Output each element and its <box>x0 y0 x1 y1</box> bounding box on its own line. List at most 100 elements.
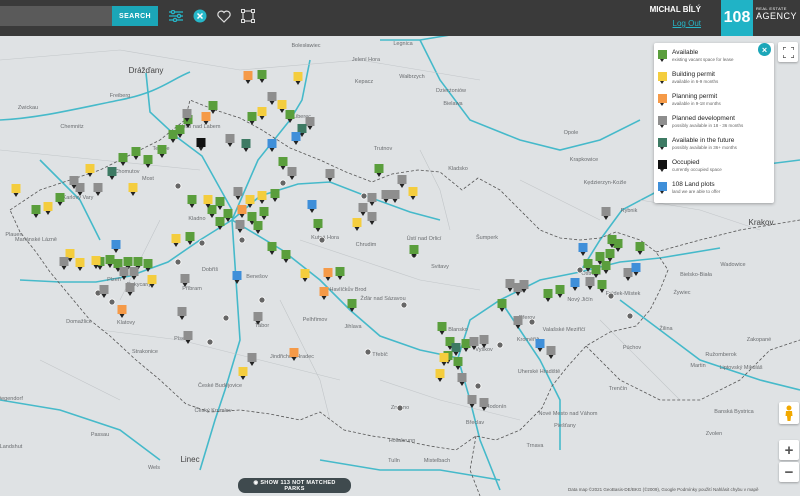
property-marker[interactable] <box>335 267 345 280</box>
marker-pointer[interactable] <box>587 286 593 290</box>
clear-filter-icon[interactable] <box>190 6 210 26</box>
marker-square[interactable] <box>325 169 335 178</box>
marker-pointer[interactable] <box>245 80 251 84</box>
marker-square[interactable] <box>143 155 153 164</box>
property-marker[interactable] <box>157 145 167 158</box>
marker-square[interactable] <box>59 257 69 266</box>
property-marker[interactable] <box>241 139 251 152</box>
street-view-pegman-icon[interactable] <box>779 402 799 424</box>
marker-pointer[interactable] <box>259 79 265 83</box>
cluster-marker[interactable] <box>238 236 246 244</box>
property-marker[interactable] <box>358 203 368 216</box>
marker-square[interactable] <box>513 316 523 325</box>
marker-square[interactable] <box>183 331 193 340</box>
property-marker[interactable] <box>352 218 362 231</box>
marker-square[interactable] <box>215 217 225 226</box>
marker-square[interactable] <box>623 268 633 277</box>
property-marker[interactable] <box>111 240 121 253</box>
marker-square[interactable] <box>281 250 291 259</box>
property-marker[interactable] <box>381 190 391 203</box>
legend-close-button[interactable]: × <box>758 43 771 56</box>
marker-pointer[interactable] <box>572 287 578 291</box>
marker-pointer[interactable] <box>133 156 139 160</box>
property-marker[interactable] <box>305 117 315 130</box>
marker-pointer[interactable] <box>280 166 286 170</box>
marker-pointer[interactable] <box>189 204 195 208</box>
marker-pointer[interactable] <box>499 308 505 312</box>
marker-square[interactable] <box>543 289 553 298</box>
property-marker[interactable] <box>11 184 21 197</box>
cluster-marker[interactable] <box>206 338 214 346</box>
marker-square[interactable] <box>245 195 255 204</box>
marker-pointer[interactable] <box>198 147 204 151</box>
marker-pointer[interactable] <box>170 139 176 143</box>
marker-pointer[interactable] <box>293 141 299 145</box>
marker-square[interactable] <box>133 257 143 266</box>
marker-square[interactable] <box>168 130 178 139</box>
property-marker[interactable] <box>196 138 206 151</box>
marker-pointer[interactable] <box>187 241 193 245</box>
marker-square[interactable] <box>253 312 263 321</box>
property-marker[interactable] <box>325 169 335 182</box>
marker-square[interactable] <box>358 203 368 212</box>
cluster-marker[interactable] <box>222 314 230 322</box>
property-marker[interactable] <box>171 234 181 247</box>
property-marker[interactable] <box>183 331 193 344</box>
marker-square[interactable] <box>237 205 247 214</box>
marker-pointer[interactable] <box>537 348 543 352</box>
cluster-marker[interactable] <box>279 179 287 187</box>
marker-square[interactable] <box>99 285 109 294</box>
marker-pointer[interactable] <box>33 214 39 218</box>
marker-pointer[interactable] <box>237 229 243 233</box>
marker-square[interactable] <box>69 176 79 185</box>
marker-pointer[interactable] <box>580 252 586 256</box>
marker-square[interactable] <box>570 278 580 287</box>
property-marker[interactable] <box>253 221 263 234</box>
marker-square[interactable] <box>201 112 211 121</box>
cluster-marker[interactable] <box>364 348 372 356</box>
marker-pointer[interactable] <box>45 211 51 215</box>
cluster-marker[interactable] <box>174 258 182 266</box>
marker-pointer[interactable] <box>399 184 405 188</box>
marker-square[interactable] <box>223 209 233 218</box>
marker-pointer[interactable] <box>599 289 605 293</box>
marker-square[interactable] <box>257 107 267 116</box>
property-marker[interactable] <box>570 278 580 291</box>
marker-pointer[interactable] <box>57 202 63 206</box>
marker-square[interactable] <box>113 259 123 268</box>
marker-pointer[interactable] <box>307 126 313 130</box>
property-marker[interactable] <box>143 155 153 168</box>
marker-square[interactable] <box>119 267 129 276</box>
marker-square[interactable] <box>323 268 333 277</box>
marker-square[interactable] <box>546 346 556 355</box>
marker-square[interactable] <box>585 277 595 286</box>
marker-pointer[interactable] <box>87 173 93 177</box>
property-marker[interactable] <box>168 130 178 143</box>
marker-pointer[interactable] <box>376 173 382 177</box>
marker-square[interactable] <box>535 339 545 348</box>
cluster-marker[interactable] <box>174 182 182 190</box>
cluster-marker[interactable] <box>318 236 326 244</box>
cluster-marker[interactable] <box>474 382 482 390</box>
marker-pointer[interactable] <box>259 116 265 120</box>
property-marker[interactable] <box>43 202 53 215</box>
property-marker[interactable] <box>578 243 588 256</box>
marker-square[interactable] <box>453 357 463 366</box>
property-marker[interactable] <box>319 287 329 300</box>
marker-square[interactable] <box>43 202 53 211</box>
marker-pointer[interactable] <box>441 362 447 366</box>
logout-link[interactable]: Log Out <box>650 19 701 28</box>
property-marker[interactable] <box>313 219 323 232</box>
marker-pointer[interactable] <box>439 331 445 335</box>
property-marker[interactable] <box>635 242 645 255</box>
marker-square[interactable] <box>300 269 310 278</box>
marker-pointer[interactable] <box>615 248 621 252</box>
marker-pointer[interactable] <box>93 265 99 269</box>
marker-pointer[interactable] <box>13 193 19 197</box>
marker-square[interactable] <box>367 193 377 202</box>
marker-pointer[interactable] <box>217 206 223 210</box>
property-marker[interactable] <box>323 268 333 281</box>
property-marker[interactable] <box>555 285 565 298</box>
property-marker[interactable] <box>207 205 217 218</box>
property-marker[interactable] <box>300 269 310 282</box>
